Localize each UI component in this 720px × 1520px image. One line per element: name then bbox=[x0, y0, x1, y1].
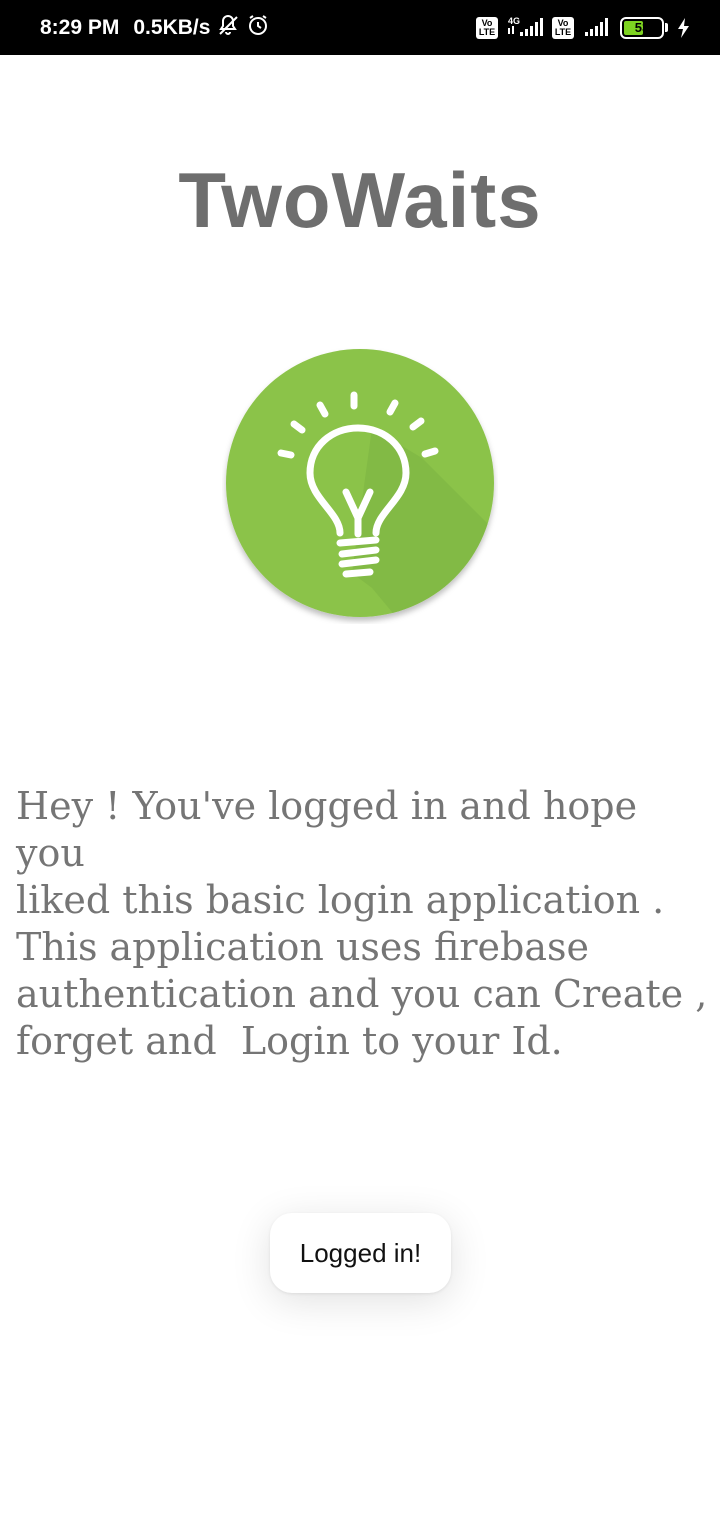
app-title: TwoWaits bbox=[178, 156, 542, 244]
mute-icon bbox=[216, 13, 240, 43]
battery-tip bbox=[665, 23, 668, 32]
charging-icon bbox=[676, 17, 690, 39]
welcome-message: Hey ! You've logged in and hope you like… bbox=[16, 784, 708, 1063]
status-left: 8:29 PM 0.5KB/s bbox=[40, 0, 270, 55]
toast-message: Logged in! bbox=[270, 1213, 451, 1293]
lightbulb-icon bbox=[226, 349, 494, 617]
net-speed: 0.5KB/s bbox=[133, 15, 211, 39]
signal-icon: 4G bbox=[506, 16, 544, 40]
volte-icon: Vo LTE bbox=[476, 16, 498, 39]
signal-icon bbox=[582, 16, 612, 40]
network-type: 4G bbox=[508, 16, 520, 26]
status-net: 0.5KB/s bbox=[133, 13, 270, 43]
status-right: Vo LTE 4G Vo LTE 53 bbox=[476, 0, 690, 55]
battery-level: 53 bbox=[634, 19, 650, 35]
alarm-icon bbox=[246, 13, 270, 43]
status-time: 8:29 PM bbox=[40, 15, 120, 39]
toast-text: Logged in! bbox=[299, 1237, 422, 1268]
battery-icon: 53 bbox=[620, 16, 664, 39]
app-logo bbox=[222, 348, 498, 624]
volte-icon: Vo LTE bbox=[552, 16, 574, 39]
status-bar: 8:29 PM 0.5KB/s Vo LTE 4G Vo LTE 53 bbox=[0, 0, 720, 55]
